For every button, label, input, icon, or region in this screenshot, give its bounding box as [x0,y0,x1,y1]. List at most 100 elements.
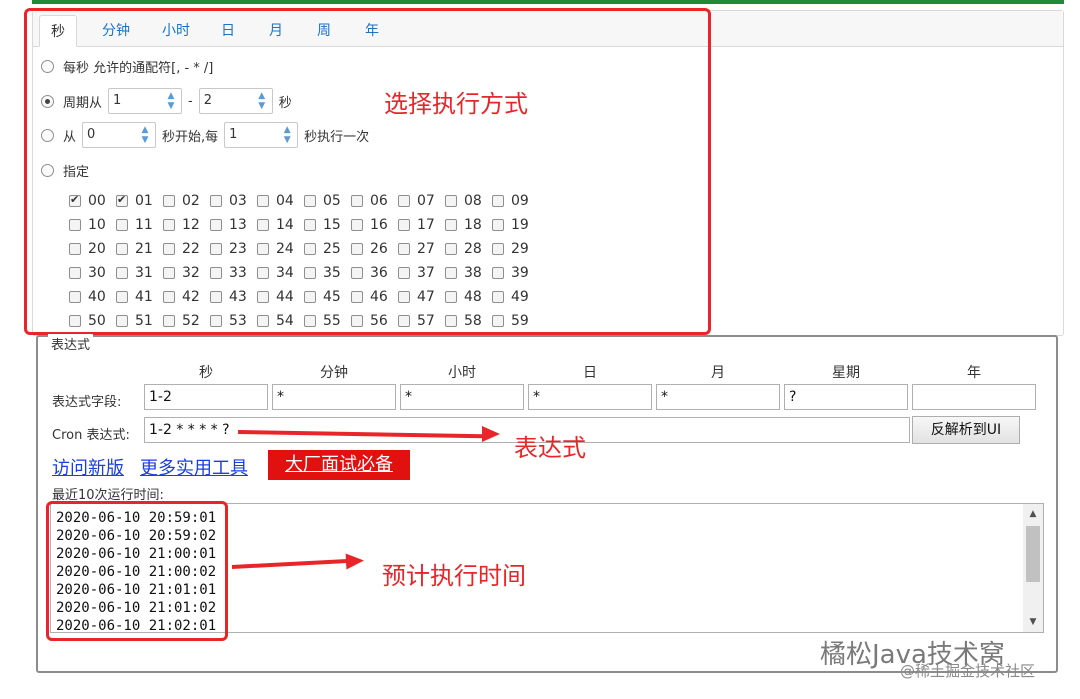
second-checkbox-item[interactable]: 00 [69,191,115,211]
second-checkbox-item[interactable]: 21 [116,239,162,259]
checkbox-icon[interactable] [492,219,504,231]
second-checkbox-item[interactable]: 18 [445,215,491,235]
spinner-arrows-icon[interactable]: ▲ ▼ [161,89,181,113]
checkbox-icon[interactable] [163,243,175,255]
second-checkbox-item[interactable]: 44 [257,287,303,307]
start-every-spinner[interactable]: 1 ▲ ▼ [224,122,299,148]
second-checkbox-item[interactable]: 45 [304,287,350,307]
checkbox-icon[interactable] [116,315,128,327]
checkbox-icon[interactable] [445,219,457,231]
option-every[interactable]: 每秒 允许的通配符[, - * /] [41,57,213,76]
checkbox-icon[interactable] [492,315,504,327]
second-checkbox-item[interactable]: 05 [304,191,350,211]
checkbox-icon[interactable] [398,315,410,327]
second-checkbox-item[interactable]: 48 [445,287,491,307]
specify-radio[interactable] [41,164,54,177]
field-month-input[interactable]: * [656,384,780,410]
second-checkbox-item[interactable]: 54 [257,311,303,331]
checkbox-icon[interactable] [351,267,363,279]
second-checkbox-item[interactable]: 56 [351,311,397,331]
checkbox-icon[interactable] [210,267,222,279]
checkbox-icon[interactable] [257,243,269,255]
checkbox-icon[interactable] [163,315,175,327]
second-checkbox-item[interactable]: 22 [163,239,209,259]
field-day-input[interactable]: * [528,384,652,410]
checkbox-icon[interactable] [304,315,316,327]
second-checkbox-item[interactable]: 04 [257,191,303,211]
interview-button[interactable]: 大厂面试必备 [268,450,410,480]
checkbox-icon[interactable] [163,195,175,207]
checkbox-icon[interactable] [492,195,504,207]
tab-month[interactable]: 月 [261,15,291,47]
second-checkbox-item[interactable]: 20 [69,239,115,259]
period-to-value[interactable]: 2 [200,89,252,113]
second-checkbox-item[interactable]: 57 [398,311,444,331]
checkbox-icon[interactable] [445,195,457,207]
checkbox-icon[interactable] [445,243,457,255]
checkbox-icon[interactable] [257,195,269,207]
checkbox-icon[interactable] [351,291,363,303]
second-checkbox-item[interactable]: 43 [210,287,256,307]
second-checkbox-item[interactable]: 16 [351,215,397,235]
checkbox-icon[interactable] [69,291,81,303]
checkbox-icon[interactable] [445,315,457,327]
tab-hour[interactable]: 小时 [151,15,201,47]
tab-minute[interactable]: 分钟 [91,15,141,47]
checkbox-icon[interactable] [492,291,504,303]
second-checkbox-item[interactable]: 41 [116,287,162,307]
second-checkbox-item[interactable]: 10 [69,215,115,235]
checkbox-icon[interactable] [210,243,222,255]
second-checkbox-item[interactable]: 03 [210,191,256,211]
second-checkbox-item[interactable]: 26 [351,239,397,259]
every-radio[interactable] [41,60,54,73]
checkbox-icon[interactable] [257,267,269,279]
second-checkbox-item[interactable]: 37 [398,263,444,283]
second-checkbox-item[interactable]: 33 [210,263,256,283]
more-tools-link[interactable]: 更多实用工具 [140,454,248,480]
parse-to-ui-button[interactable]: 反解析到UI [912,416,1020,444]
checkbox-icon[interactable] [69,267,81,279]
field-weekday-input[interactable]: ? [784,384,908,410]
period-radio[interactable] [41,94,54,108]
second-checkbox-item[interactable]: 58 [445,311,491,331]
second-checkbox-item[interactable]: 32 [163,263,209,283]
checkbox-icon[interactable] [304,195,316,207]
checkbox-icon[interactable] [163,267,175,279]
checkbox-icon[interactable] [398,219,410,231]
second-checkbox-item[interactable]: 12 [163,215,209,235]
checkbox-icon[interactable] [304,219,316,231]
scroll-down-icon[interactable]: ▼ [1023,614,1043,630]
second-checkbox-item[interactable]: 09 [492,191,538,211]
second-checkbox-item[interactable]: 24 [257,239,303,259]
checkbox-icon[interactable] [304,267,316,279]
checkbox-icon[interactable] [210,315,222,327]
vertical-scrollbar[interactable]: ▲ ▼ [1023,504,1043,632]
second-checkbox-item[interactable]: 23 [210,239,256,259]
start-radio[interactable] [41,128,54,142]
second-checkbox-item[interactable]: 36 [351,263,397,283]
start-from-spinner[interactable]: 0 ▲ ▼ [82,122,157,148]
checkbox-icon[interactable] [351,315,363,327]
checkbox-icon[interactable] [257,315,269,327]
second-checkbox-item[interactable]: 30 [69,263,115,283]
checkbox-icon[interactable] [116,267,128,279]
visit-new-version-link[interactable]: 访问新版 [52,454,124,480]
second-checkbox-item[interactable]: 53 [210,311,256,331]
checkbox-icon[interactable] [210,219,222,231]
checkbox-icon[interactable] [257,291,269,303]
second-checkbox-item[interactable]: 34 [257,263,303,283]
tab-second[interactable]: 秒 [39,15,77,47]
checkbox-icon[interactable] [163,291,175,303]
second-checkbox-item[interactable]: 07 [398,191,444,211]
second-checkbox-item[interactable]: 40 [69,287,115,307]
checkbox-icon[interactable] [116,291,128,303]
second-checkbox-item[interactable]: 49 [492,287,538,307]
checkbox-icon[interactable] [116,243,128,255]
checkbox-icon[interactable] [69,219,81,231]
tab-week[interactable]: 周 [309,15,339,47]
spinner-arrows-icon[interactable]: ▲ ▼ [252,89,272,113]
checkbox-icon[interactable] [257,219,269,231]
second-checkbox-item[interactable]: 50 [69,311,115,331]
spinner-arrows-icon[interactable]: ▲ ▼ [277,123,297,147]
second-checkbox-item[interactable]: 29 [492,239,538,259]
